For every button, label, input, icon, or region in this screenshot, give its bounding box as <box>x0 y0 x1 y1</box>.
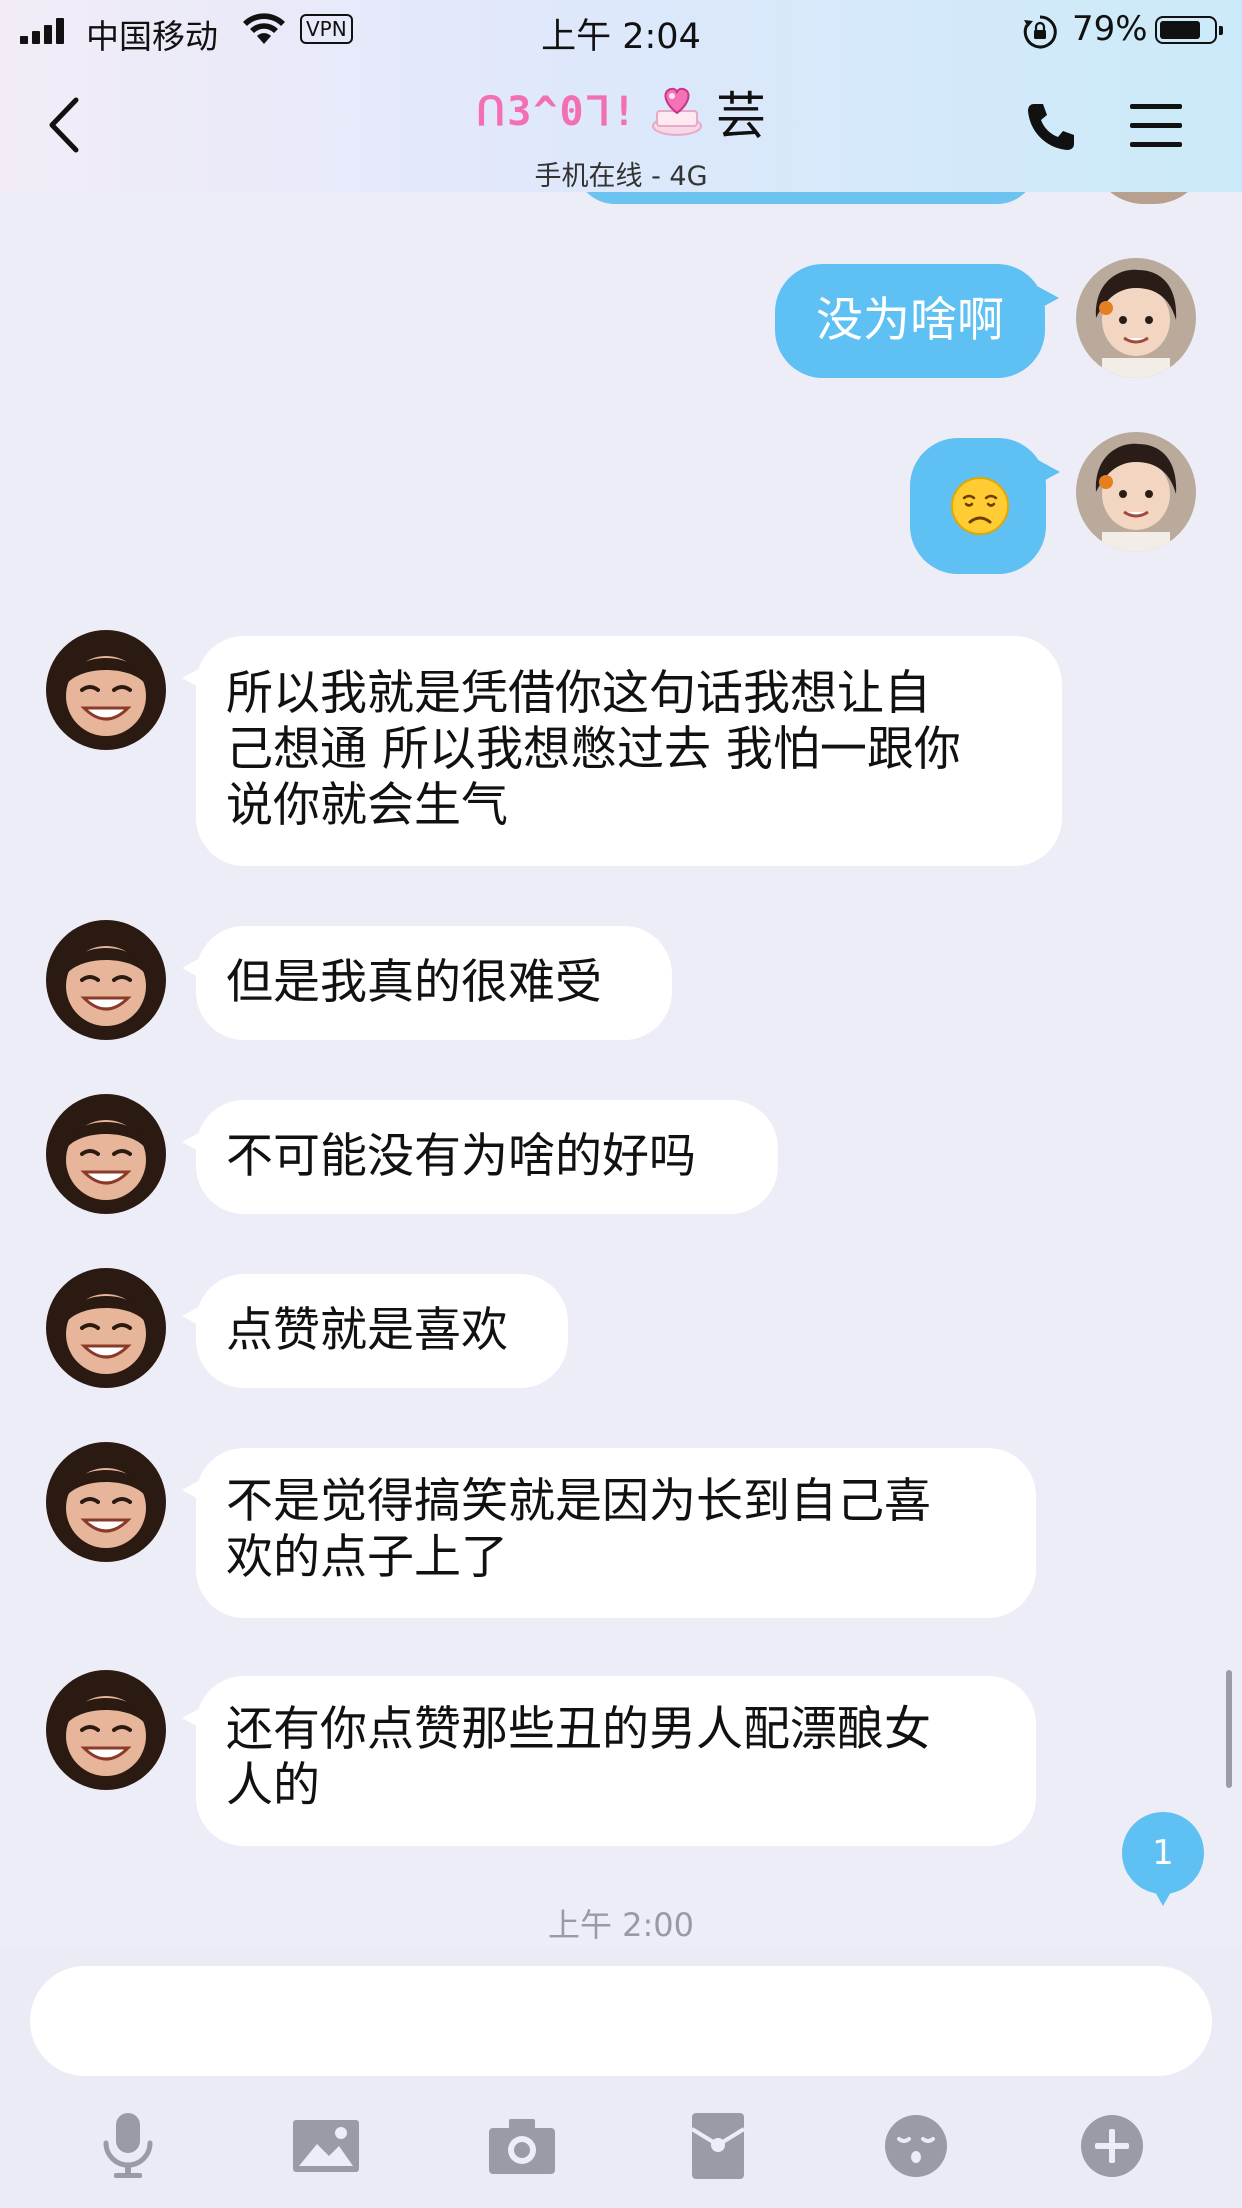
image-icon <box>293 2120 359 2172</box>
contact-avatar[interactable] <box>46 630 166 750</box>
child-avatar-icon <box>46 1094 166 1214</box>
message-text: 没为啥啊 <box>816 293 1004 348</box>
child-avatar-icon <box>46 1442 166 1562</box>
message-bubble-incoming[interactable]: 还有你点赞那些丑的男人配漂酿女 人的 <box>182 1676 1036 1846</box>
unread-count-badge[interactable]: 1 <box>1122 1812 1204 1906</box>
message-bubble-incoming[interactable]: 点赞就是喜欢 <box>182 1274 568 1388</box>
microphone-icon <box>103 2113 153 2178</box>
contact-name: 芸 <box>716 87 766 145</box>
emoji-icon <box>885 2115 947 2177</box>
title-decoration: ᑎ3^0ᒣ! <box>476 89 638 135</box>
contact-avatar[interactable] <box>46 1442 166 1562</box>
contact-avatar[interactable] <box>46 1094 166 1214</box>
contact-avatar[interactable] <box>46 1268 166 1388</box>
message-text: 但是我真的很难受 <box>226 955 602 1010</box>
message-text-line: 说你就会生气 <box>226 778 508 833</box>
red-packet-icon <box>690 2113 746 2179</box>
scrollbar[interactable] <box>1226 1670 1232 1788</box>
message-text-line: 还有你点赞那些丑的男人配漂酿女 <box>226 1702 931 1757</box>
my-avatar[interactable] <box>1076 432 1196 552</box>
red-packet-button[interactable] <box>678 2106 758 2186</box>
message-text-line: 欢的点子上了 <box>226 1530 508 1585</box>
child-avatar-icon <box>46 1268 166 1388</box>
message-text-line: 己想通 所以我想憋过去 我怕一跟你 <box>226 722 961 777</box>
status-bar: 中国移动 VPN 上午 2:04 79% <box>0 0 1242 62</box>
rotation-lock-icon <box>1022 14 1058 59</box>
message-text-line: 人的 <box>226 1758 320 1813</box>
message-text-line: 所以我就是凭借你这句话我想让自 <box>226 666 931 721</box>
more-button[interactable] <box>1072 2106 1152 2186</box>
message-bubble-incoming[interactable]: 不可能没有为啥的好吗 <box>182 1100 778 1214</box>
menu-button[interactable] <box>1128 100 1184 156</box>
input-area <box>0 1946 1242 2208</box>
emoji-button[interactable] <box>876 2106 956 2186</box>
message-timestamp: 上午 2:00 <box>547 1906 695 1944</box>
child-avatar-icon <box>46 1670 166 1790</box>
plus-icon <box>1081 2115 1143 2177</box>
message-bubble-outgoing[interactable]: 没为啥啊 <box>775 264 1059 378</box>
message-bubble-outgoing-emoji[interactable] <box>910 438 1060 574</box>
message-text: 不可能没有为啥的好吗 <box>226 1129 696 1184</box>
battery-icon <box>1155 16 1223 44</box>
online-status: 手机在线 - 4G <box>534 161 708 192</box>
contact-avatar[interactable] <box>46 1670 166 1790</box>
heart-cake-icon <box>646 79 708 145</box>
message-bubble-incoming[interactable]: 但是我真的很难受 <box>182 926 672 1040</box>
camera-icon <box>489 2119 555 2174</box>
message-text: 点赞就是喜欢 <box>226 1303 508 1358</box>
message-input[interactable] <box>30 1966 1212 2076</box>
call-button[interactable] <box>1024 100 1078 158</box>
girl-avatar-icon <box>1076 432 1196 552</box>
phone-icon <box>1028 104 1074 150</box>
message-bubble-incoming[interactable]: 不是觉得搞笑就是因为长到自己喜 欢的点子上了 <box>182 1448 1036 1618</box>
disappointed-face-emoji-icon <box>951 477 1009 535</box>
message-text-line: 不是觉得搞笑就是因为长到自己喜 <box>226 1474 931 1529</box>
camera-button[interactable] <box>482 2106 562 2186</box>
child-avatar-icon <box>46 920 166 1040</box>
child-avatar-icon <box>46 630 166 750</box>
menu-icon <box>1130 104 1182 147</box>
girl-avatar-icon <box>1076 258 1196 378</box>
gallery-button[interactable] <box>286 2106 366 2186</box>
voice-button[interactable] <box>88 2106 168 2186</box>
contact-avatar[interactable] <box>46 920 166 1040</box>
message-bubble-incoming[interactable]: 所以我就是凭借你这句话我想让自 己想通 所以我想憋过去 我怕一跟你 说你就会生气 <box>182 636 1062 866</box>
my-avatar[interactable] <box>1076 258 1196 378</box>
chat-header: 中国移动 VPN 上午 2:04 79% ᑎ3^0ᒣ! 芸 手机在线 - 4G <box>0 0 1242 192</box>
battery-percent: 79% <box>1072 9 1148 49</box>
